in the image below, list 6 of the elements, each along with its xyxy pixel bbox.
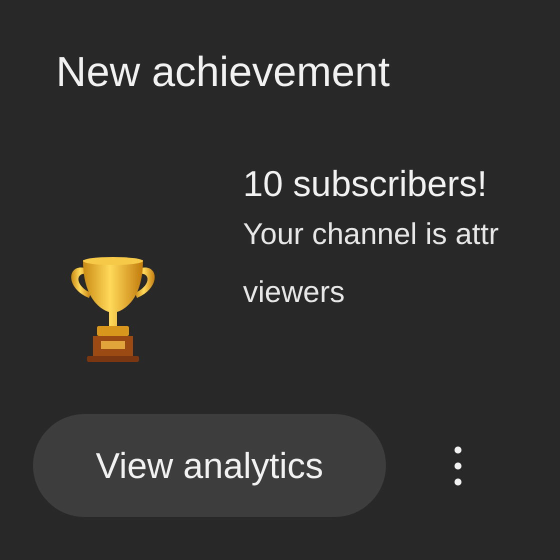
view-analytics-button[interactable]: View analytics [33,414,386,517]
achievement-description: viewers [243,275,346,311]
card-title: New achievement [56,47,391,97]
more-options-icon[interactable] [454,446,462,486]
achievement-title: 10 subscribers! [243,162,488,206]
achievement-description: Your channel is attr [243,217,499,253]
